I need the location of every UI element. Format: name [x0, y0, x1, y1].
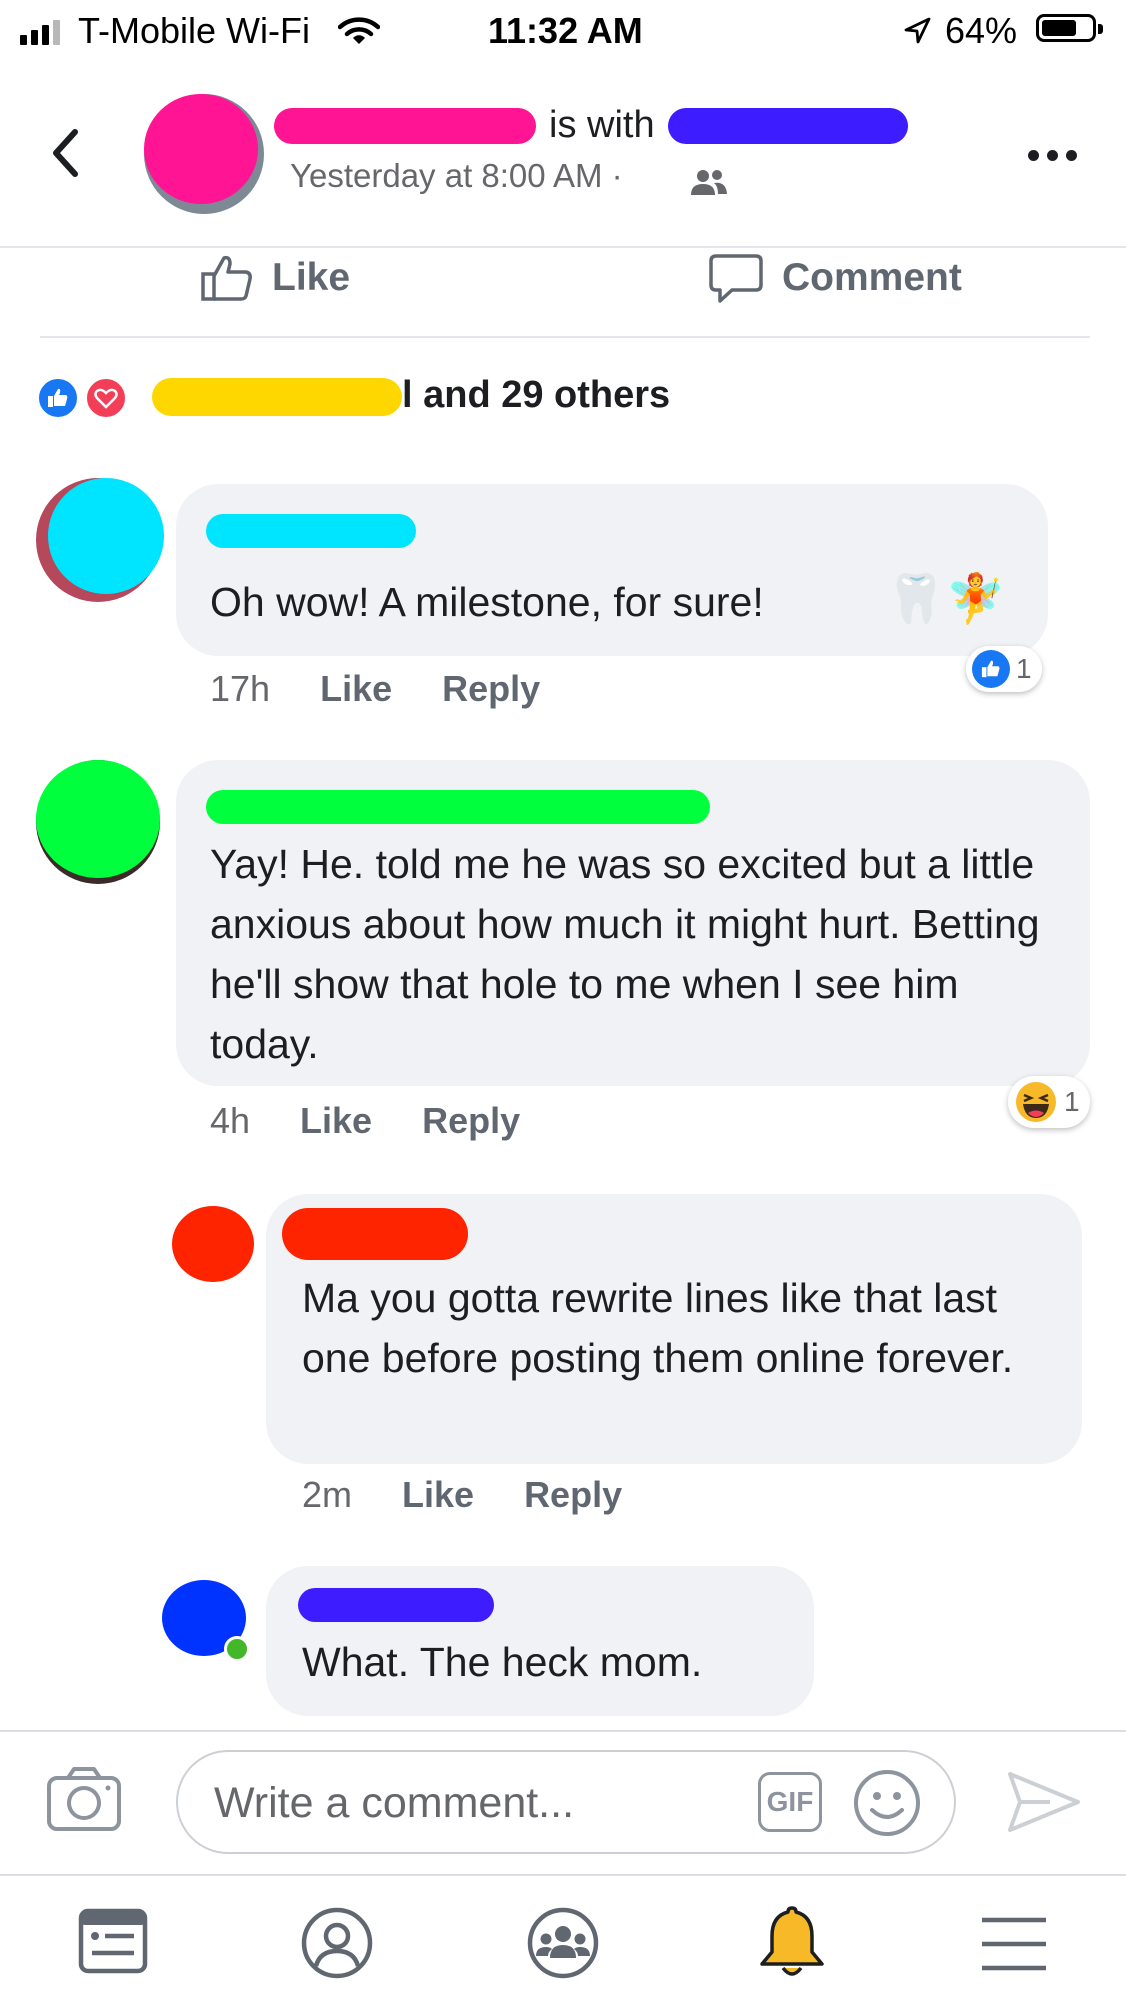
emoji-icon[interactable] — [852, 1768, 922, 1838]
gif-button[interactable]: GIF — [758, 1772, 822, 1832]
comment-button[interactable]: Comment — [708, 252, 962, 304]
reaction-count: 1 — [1016, 653, 1032, 684]
battery-icon — [1036, 14, 1103, 42]
commenter-avatar[interactable] — [36, 760, 160, 884]
post-author-avatar[interactable] — [144, 94, 264, 214]
comment-reaction-badge[interactable]: 1 — [966, 646, 1042, 692]
redacted-reactor-name — [152, 378, 402, 416]
commenter-avatar[interactable] — [172, 1206, 254, 1282]
redacted-commenter-name — [298, 1588, 494, 1622]
signal-icon — [20, 20, 60, 45]
comment-time: 4h — [210, 1100, 251, 1141]
comment-like-button[interactable]: Like — [402, 1474, 474, 1516]
post-header-title: is with — [549, 104, 655, 146]
actions-divider — [40, 336, 1090, 338]
header-divider — [0, 246, 1126, 248]
like-icon — [36, 376, 80, 420]
send-icon[interactable] — [1006, 1770, 1082, 1834]
comment-text: What. The heck mom. — [302, 1639, 703, 1685]
reactions-summary[interactable]: l and 29 others — [402, 374, 670, 417]
more-dots-icon[interactable] — [1028, 150, 1077, 161]
like-button-label: Like — [272, 256, 351, 299]
news-feed-icon[interactable] — [78, 1908, 148, 1974]
love-icon — [84, 376, 128, 420]
status-bar: T-Mobile Wi-Fi 11:32 AM 64% — [0, 0, 1126, 62]
comment-time: 17h — [210, 668, 271, 709]
redacted-author-name — [274, 108, 536, 144]
comment-button-label: Comment — [782, 256, 962, 299]
comment-like-button[interactable]: Like — [300, 1100, 372, 1142]
comment-bubble: Yay! He. told me he was so excited but a… — [176, 760, 1090, 1086]
comment-meta: 4h Like Reply — [210, 1100, 520, 1142]
comment-bubble: Ma you gotta rewrite lines like that las… — [266, 1194, 1082, 1464]
comment-text: Yay! He. told me he was so excited but a… — [210, 841, 1040, 1067]
comment-text: Oh wow! A milestone, for sure! — [210, 579, 764, 625]
reaction-count: 1 — [1064, 1086, 1080, 1117]
comment-text: Ma you gotta rewrite lines like that las… — [302, 1275, 1014, 1381]
comment-reply-button[interactable]: Reply — [524, 1474, 622, 1516]
bottom-tab-bar — [0, 1874, 1126, 2002]
comment-time: 2m — [302, 1474, 353, 1515]
comment-meta: 2m Like Reply — [302, 1474, 622, 1516]
notifications-icon[interactable] — [756, 1902, 828, 1982]
comment-composer[interactable]: GIF — [176, 1750, 956, 1854]
comment-meta: 17h Like Reply — [210, 668, 540, 710]
wifi-icon — [338, 17, 380, 44]
comment-reply-button[interactable]: Reply — [422, 1100, 520, 1142]
comment-reply-button[interactable]: Reply — [442, 668, 540, 710]
profile-icon[interactable] — [300, 1906, 374, 1980]
redacted-commenter-name — [206, 790, 710, 824]
battery-percent: 64% — [945, 10, 1018, 51]
redacted-tagged-name — [668, 108, 908, 144]
comment-input[interactable] — [212, 1774, 716, 1832]
thumbs-up-icon — [201, 255, 252, 301]
comment-bubble: Oh wow! A milestone, for sure! 🦷🧚 — [176, 484, 1048, 656]
comment-bubble: What. The heck mom. — [266, 1566, 814, 1716]
location-arrow-icon — [904, 17, 931, 44]
post-timestamp: Yesterday at 8:00 AM · — [290, 157, 623, 194]
commenter-avatar[interactable] — [36, 478, 164, 602]
comment-reaction-badge[interactable]: 1 — [1008, 1076, 1090, 1128]
camera-icon[interactable] — [46, 1766, 122, 1832]
tooth-fairy-emoji: 🦷🧚 — [886, 573, 1006, 626]
redacted-commenter-name — [282, 1208, 468, 1260]
comment-bubble-icon — [709, 254, 763, 303]
like-button[interactable]: Like — [200, 252, 350, 304]
redacted-commenter-name — [206, 514, 416, 548]
online-status-dot — [224, 1636, 250, 1662]
clock: 11:32 AM — [488, 10, 643, 51]
groups-icon[interactable] — [526, 1906, 600, 1980]
like-icon — [972, 650, 1010, 688]
back-arrow-icon[interactable] — [50, 128, 80, 178]
carrier-label: T-Mobile Wi-Fi — [78, 10, 310, 51]
friends-icon — [691, 170, 727, 195]
composer-divider — [0, 1730, 1126, 1732]
menu-icon[interactable] — [980, 1916, 1048, 1972]
haha-icon — [1016, 1082, 1056, 1122]
comment-like-button[interactable]: Like — [320, 668, 392, 710]
